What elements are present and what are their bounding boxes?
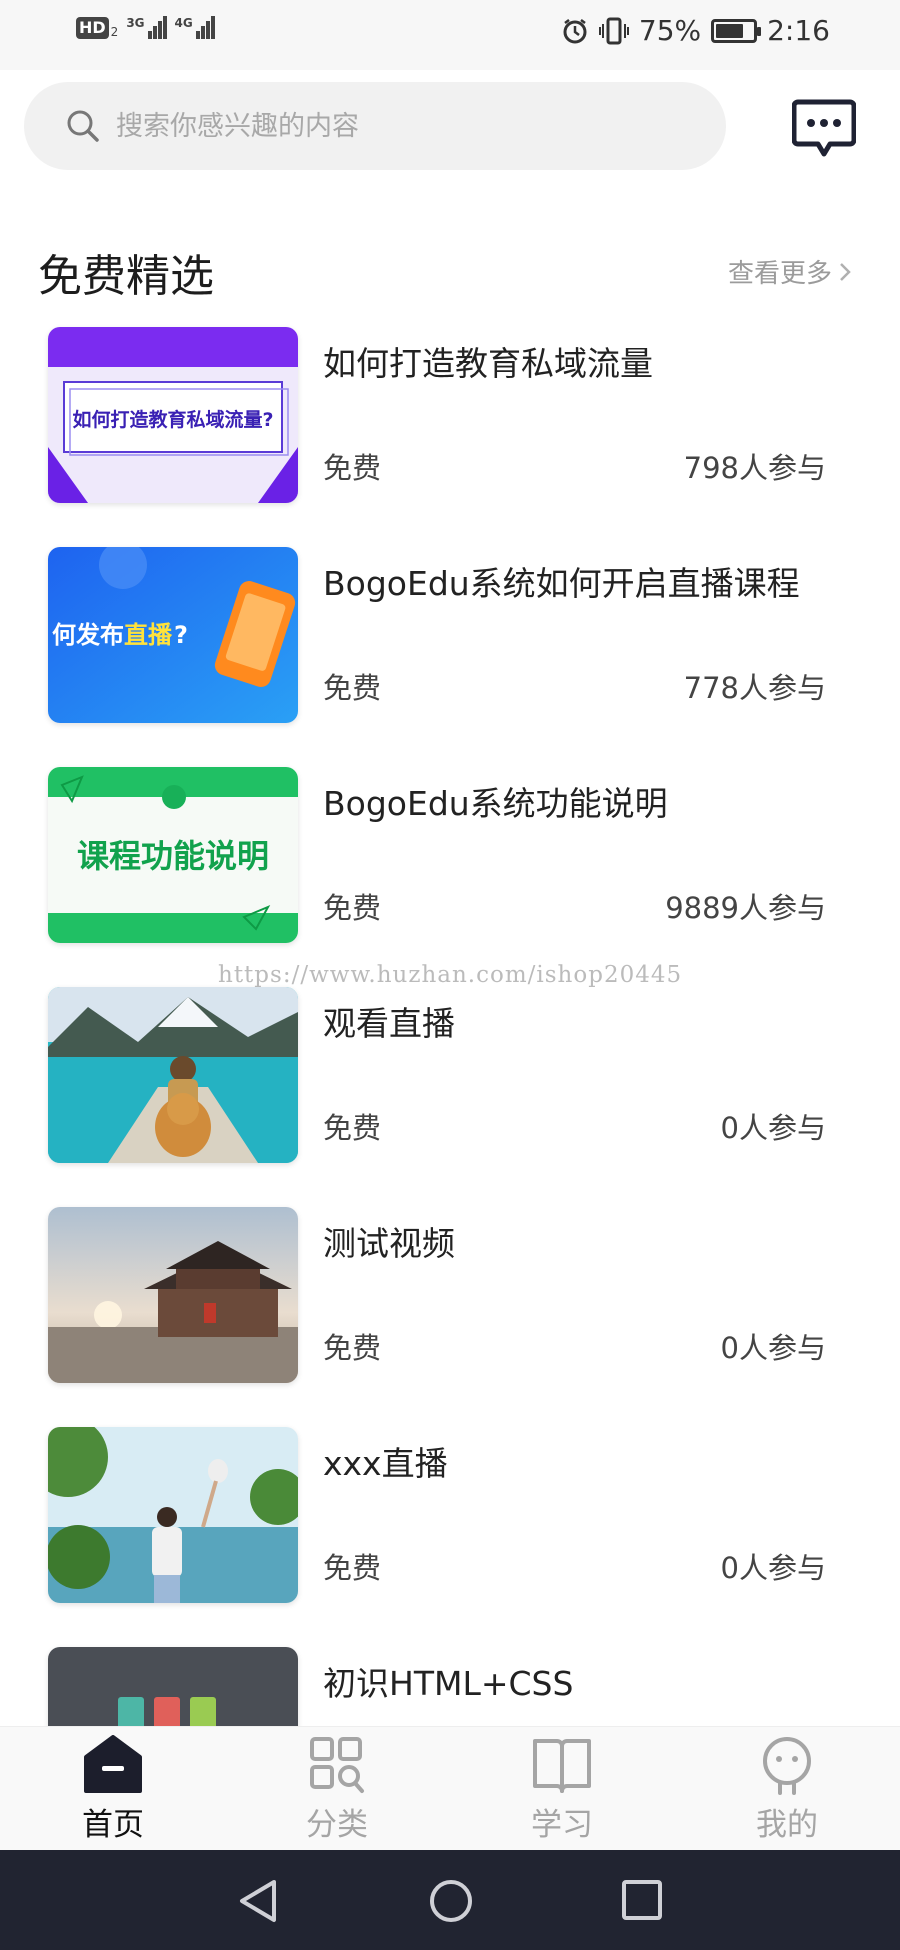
book-icon: [533, 1739, 591, 1793]
thumb-caption-b: 直播: [124, 621, 173, 649]
signal-3g-label: 3G: [126, 16, 145, 30]
profile-icon: [763, 1737, 811, 1795]
hd-badge: HD: [76, 17, 109, 39]
clock: 2:16: [767, 14, 830, 47]
hd-sub-label: 2: [110, 25, 119, 39]
signal-4g-label: 4G: [174, 16, 193, 30]
recent-apps-icon[interactable]: [620, 1878, 664, 1922]
category-icon: [310, 1737, 364, 1793]
course-title: BogoEdu系统如何开启直播课程: [323, 564, 800, 603]
vibrate-icon: [598, 17, 629, 44]
status-indicators: HD 2 3G 4G: [76, 16, 215, 39]
course-price: 免费: [323, 451, 382, 485]
status-right: 75% 2:16: [561, 14, 830, 47]
course-title: 如何打造教育私域流量: [323, 344, 653, 383]
course-participants: 778人参与: [683, 671, 826, 705]
search-bar[interactable]: [24, 82, 726, 170]
course-item[interactable]: 测试视频 免费 0人参与: [0, 1205, 900, 1383]
course-thumbnail: [48, 987, 298, 1163]
status-bar: HD 2 3G 4G 75% 2:16: [0, 0, 900, 70]
course-participants: 9889人参与: [665, 891, 826, 925]
course-item[interactable]: 何发布 直播 ? BogoEdu系统如何开启直播课程 免费 778人参与: [0, 545, 900, 723]
course-price: 免费: [323, 891, 382, 925]
tab-study[interactable]: 学习: [497, 1735, 627, 1847]
search-input[interactable]: [116, 110, 676, 142]
tab-category-label: 分类: [306, 1807, 368, 1843]
tab-study-label: 学习: [531, 1807, 593, 1843]
course-price: 免费: [323, 1551, 382, 1585]
view-more-link[interactable]: 查看更多: [728, 253, 852, 290]
thumb-caption: 课程功能说明: [77, 837, 269, 875]
system-navigation-bar: [0, 1850, 900, 1950]
course-price: 免费: [323, 1111, 382, 1145]
course-participants: 798人参与: [683, 451, 826, 485]
thumb-caption-a: 何发布: [52, 621, 124, 649]
thumb-caption-c: ?: [174, 621, 188, 649]
view-more-label: 查看更多: [727, 259, 832, 289]
course-item[interactable]: 观看直播 免费 0人参与: [0, 985, 900, 1163]
course-item[interactable]: 初识HTML+CSS: [0, 1645, 900, 1726]
course-title: 初识HTML+CSS: [323, 1664, 574, 1703]
course-title: xxx直播: [323, 1444, 448, 1483]
watermark-text: https://www.huzhan.com/ishop20445: [218, 962, 683, 988]
message-icon[interactable]: [792, 98, 856, 158]
chevron-right-icon: [840, 262, 851, 281]
home-circle-icon[interactable]: [428, 1878, 474, 1924]
thumb-caption: 如何打造教育私域流量?: [72, 408, 273, 431]
course-price: 免费: [323, 1331, 382, 1365]
course-title: BogoEdu系统功能说明: [323, 784, 668, 823]
search-icon: [67, 110, 99, 142]
bottom-tab-bar: 首页 分类 学习 我的: [0, 1726, 900, 1850]
course-participants: 0人参与: [720, 1331, 826, 1365]
battery-icon: [711, 18, 762, 43]
course-item[interactable]: 课程功能说明 BogoEdu系统功能说明 免费 9889人参与: [0, 765, 900, 943]
home-icon: [84, 1735, 142, 1793]
course-item[interactable]: 如何打造教育私域流量? 如何打造教育私域流量 免费 798人参与: [0, 325, 900, 503]
course-thumbnail: 如何打造教育私域流量?: [48, 327, 298, 503]
battery-percent: 75%: [638, 14, 702, 47]
alarm-icon: [563, 18, 587, 43]
course-participants: 0人参与: [720, 1551, 826, 1585]
tab-profile-label: 我的: [756, 1807, 818, 1843]
section-title: 免费精选: [38, 251, 214, 302]
course-list: 如何打造教育私域流量? 如何打造教育私域流量 免费 798人参与 何发布 直播 …: [0, 322, 900, 1726]
course-participants: 0人参与: [720, 1111, 826, 1145]
course-item[interactable]: xxx直播 免费 0人参与: [0, 1425, 900, 1603]
signal-4g-icon: 4G: [175, 16, 215, 39]
signal-3g-icon: 3G: [126, 16, 167, 39]
course-thumbnail: [48, 1647, 298, 1726]
course-thumbnail: [48, 1207, 298, 1383]
course-thumbnail: 课程功能说明: [48, 767, 298, 943]
course-price: 免费: [323, 671, 382, 705]
tab-home-label: 首页: [82, 1807, 144, 1843]
tab-category[interactable]: 分类: [272, 1735, 402, 1847]
back-icon[interactable]: [236, 1878, 280, 1924]
course-title: 测试视频: [323, 1224, 455, 1263]
course-title: 观看直播: [323, 1004, 455, 1043]
course-thumbnail: 何发布 直播 ?: [48, 547, 298, 723]
tab-profile[interactable]: 我的: [722, 1735, 852, 1847]
tab-home[interactable]: 首页: [48, 1735, 178, 1847]
course-thumbnail: [48, 1427, 298, 1603]
